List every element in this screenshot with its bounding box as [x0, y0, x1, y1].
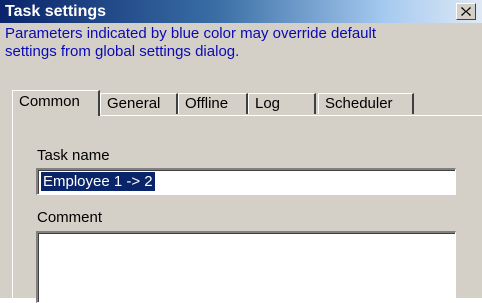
tab-panel-common: Task name Employee 1 -> 2 Comment: [12, 115, 482, 303]
tab-general-label: General: [107, 95, 161, 112]
tab-common[interactable]: Common: [12, 90, 100, 116]
comment-label: Comment: [37, 209, 103, 226]
tab-offline[interactable]: Offline: [178, 93, 248, 114]
tab-scheduler-label: Scheduler: [325, 95, 393, 112]
info-text: Parameters indicated by blue color may o…: [5, 25, 475, 61]
window-title: Task settings: [5, 3, 107, 20]
task-name-label: Task name: [37, 147, 110, 164]
tab-log[interactable]: Log: [248, 93, 316, 114]
task-name-input[interactable]: Employee 1 -> 2: [36, 168, 456, 195]
title-bar[interactable]: Task settings: [0, 0, 482, 23]
close-icon: [461, 7, 471, 16]
tab-offline-label: Offline: [185, 95, 229, 112]
tab-log-label: Log: [255, 95, 281, 112]
tab-scheduler[interactable]: Scheduler: [318, 93, 414, 114]
tab-common-label: Common: [19, 93, 80, 110]
info-line-1: Parameters indicated by blue color may o…: [5, 25, 377, 42]
task-name-value: Employee 1 -> 2: [41, 172, 155, 191]
comment-textarea[interactable]: [36, 231, 456, 303]
info-line-2: settings from global settings dialog.: [5, 43, 240, 60]
task-settings-dialog: Task settings Parameters indicated by bl…: [0, 0, 482, 303]
close-button[interactable]: [456, 3, 476, 20]
tab-general[interactable]: General: [100, 93, 178, 114]
